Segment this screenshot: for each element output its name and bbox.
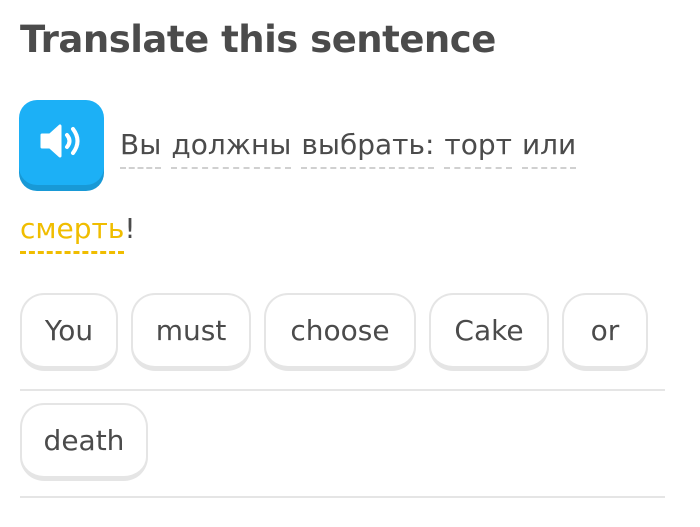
word-chip[interactable]: or (562, 293, 648, 371)
word-chip[interactable]: death (20, 403, 148, 481)
prompt-sentence-end: смерть! (20, 212, 136, 254)
prompt-word[interactable]: или (521, 128, 577, 169)
prompt-word[interactable]: Вы (120, 128, 162, 169)
speaker-icon (38, 122, 86, 164)
page-title: Translate this sentence (20, 18, 496, 61)
word-chip[interactable]: You (20, 293, 118, 371)
word-chip[interactable]: Cake (429, 293, 549, 371)
prompt-word[interactable]: торт (444, 128, 512, 169)
word-chip[interactable]: choose (264, 293, 416, 371)
answer-line (20, 389, 665, 391)
prompt-word[interactable]: выбрать: (301, 128, 435, 169)
answer-line (20, 496, 665, 498)
prompt-new-word[interactable]: смерть (20, 212, 125, 254)
word-chip[interactable]: must (131, 293, 251, 371)
prompt-punctuation: ! (124, 212, 136, 245)
prompt-sentence: Вы должны выбрать: торт или (120, 128, 586, 169)
prompt-word[interactable]: должны (171, 128, 292, 169)
speaker-button[interactable] (19, 100, 104, 185)
